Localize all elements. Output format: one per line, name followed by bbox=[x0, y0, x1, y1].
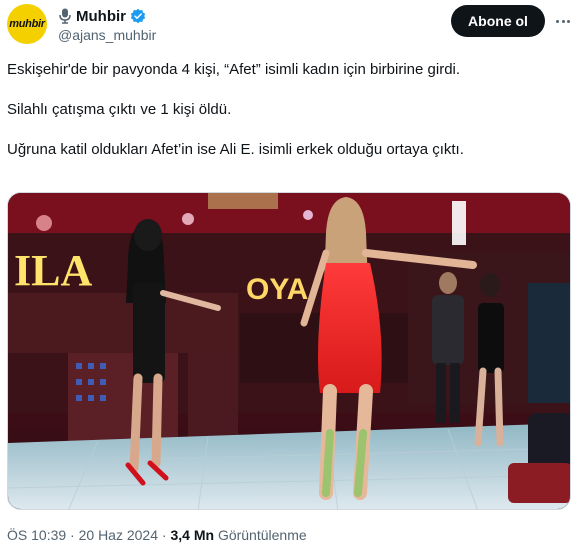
tweet-paragraph: Uğruna katil oldukları Afet’in ise Ali E… bbox=[7, 141, 464, 158]
club-sign-right: OYA bbox=[246, 273, 308, 306]
follow-button[interactable]: Abone ol bbox=[451, 5, 545, 37]
views-count: 3,4 Mn bbox=[170, 527, 215, 543]
verified-badge-icon bbox=[130, 8, 146, 24]
tweet-media-image[interactable]: ILA OYA bbox=[7, 192, 571, 510]
tweet-paragraph: Silahlı çatışma çıktı ve 1 kişi öldü. bbox=[7, 101, 232, 118]
tweet-time[interactable]: ÖS 10:39 bbox=[7, 527, 66, 543]
meta-separator: · bbox=[161, 527, 167, 543]
tweet-metadata: ÖS 10:39 · 20 Haz 2024 · 3,4 Mn Görüntül… bbox=[7, 527, 307, 543]
avatar-logo-text: muhbir bbox=[9, 18, 45, 30]
avatar[interactable]: muhbir bbox=[7, 4, 47, 44]
meta-separator: · bbox=[70, 527, 75, 543]
club-sign-left: ILA bbox=[14, 246, 92, 295]
tweet-paragraph: Eskişehir'de bir pavyonda 4 kişi, “Afet”… bbox=[7, 61, 461, 78]
author-handle[interactable]: @ajans_muhbir bbox=[58, 27, 156, 43]
tweet-date[interactable]: 20 Haz 2024 bbox=[79, 527, 158, 543]
author-name-row[interactable]: Muhbir bbox=[58, 6, 146, 26]
tweet-header: muhbir Muhbir @ajans_muhbir Abone ol bbox=[0, 0, 575, 52]
tweet-text: Eskişehir'de bir pavyonda 4 kişi, “Afet”… bbox=[7, 60, 567, 160]
display-name[interactable]: Muhbir bbox=[76, 8, 126, 25]
nightclub-photo: ILA OYA bbox=[8, 193, 570, 509]
views-label: Görüntülenme bbox=[217, 527, 307, 543]
more-options-icon[interactable] bbox=[554, 12, 572, 30]
microphone-icon bbox=[59, 8, 71, 24]
